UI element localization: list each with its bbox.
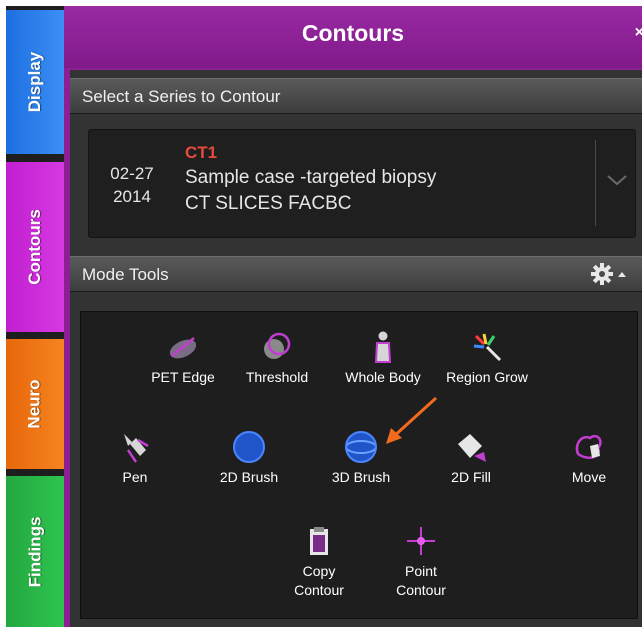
tool-label-line1: Point xyxy=(405,563,437,579)
2d-brush-icon xyxy=(233,431,265,463)
tool-label: Region Grow xyxy=(446,369,528,385)
dropdown-divider xyxy=(595,140,596,226)
panel-title-bar: Contours × xyxy=(64,6,642,68)
tool-copy-contour[interactable]: Copy Contour xyxy=(273,524,365,600)
series-date-month-day: 02-27 xyxy=(110,164,154,183)
tool-label-line1: Copy xyxy=(302,563,336,579)
tool-label: Point Contour xyxy=(375,562,467,600)
region-grow-icon xyxy=(473,333,502,362)
tool-region-grow[interactable]: Region Grow xyxy=(441,330,533,387)
series-name: CT SLICES FACBC xyxy=(185,193,352,214)
series-description: Sample case -targeted biopsy xyxy=(185,167,437,188)
tool-whole-body[interactable]: Whole Body xyxy=(337,330,429,387)
tab-neuro-label: Neuro xyxy=(25,379,44,429)
tool-2d-brush[interactable]: 2D Brush xyxy=(203,430,295,487)
close-icon[interactable]: × xyxy=(635,24,642,42)
series-date: 02-27 2014 xyxy=(99,162,165,208)
tab-findings[interactable]: Findings xyxy=(6,476,64,627)
mode-tools-grid: PET Edge Threshold Whole Body Region Gro… xyxy=(80,311,638,619)
contours-panel: Contours × Select a Series to Contour 02… xyxy=(64,6,642,627)
2d-fill-icon xyxy=(458,434,486,462)
tool-label: 3D Brush xyxy=(331,469,391,485)
contour-app: Display Contours Neuro Findings Contours… xyxy=(6,6,642,627)
series-date-year: 2014 xyxy=(113,187,151,206)
pen-icon xyxy=(124,434,149,463)
whole-body-icon xyxy=(374,331,392,363)
tool-label: Pen xyxy=(122,469,148,485)
tool-label: PET Edge xyxy=(151,369,215,385)
mode-tools-header: Mode Tools xyxy=(70,256,642,292)
tool-label-line2: Contour xyxy=(294,582,344,598)
threshold-icon xyxy=(264,332,291,359)
mode-tools-title: Mode Tools xyxy=(82,265,169,284)
3d-brush-icon xyxy=(345,431,377,463)
tab-display[interactable]: Display xyxy=(6,10,64,154)
tool-label: Whole Body xyxy=(345,369,421,385)
tool-3d-brush[interactable]: 3D Brush xyxy=(315,430,407,487)
series-section-header: Select a Series to Contour xyxy=(70,78,642,114)
tool-label: Move xyxy=(571,469,607,485)
move-icon xyxy=(575,434,602,459)
tool-2d-fill[interactable]: 2D Fill xyxy=(425,430,517,487)
tool-threshold[interactable]: Threshold xyxy=(231,330,323,387)
tab-neuro[interactable]: Neuro xyxy=(6,339,64,469)
panel-body: Select a Series to Contour 02-27 2014 CT… xyxy=(70,70,642,627)
tool-label: Threshold xyxy=(245,369,309,385)
tool-label: 2D Brush xyxy=(219,469,279,485)
panel-title: Contours xyxy=(301,20,405,46)
tab-contours-label: Contours xyxy=(25,209,45,285)
chevron-down-icon[interactable] xyxy=(600,160,634,200)
copy-contour-icon xyxy=(310,527,328,555)
tool-label: 2D Fill xyxy=(451,469,491,485)
tab-findings-label: Findings xyxy=(25,516,45,587)
tool-move[interactable]: Move xyxy=(543,430,635,487)
screenshot-frame: Display Contours Neuro Findings Contours… xyxy=(0,0,642,627)
series-select[interactable]: 02-27 2014 CT1 Sample case -targeted bio… xyxy=(88,129,636,238)
series-id: CT1 xyxy=(185,143,218,162)
tool-label-line2: Contour xyxy=(396,582,446,598)
gear-icon[interactable] xyxy=(590,262,630,286)
tab-contours[interactable]: Contours xyxy=(6,162,64,332)
tool-label: Copy Contour xyxy=(273,562,365,600)
series-section-title: Select a Series to Contour xyxy=(82,87,281,106)
tool-pet-edge[interactable]: PET Edge xyxy=(137,330,229,387)
tool-pen[interactable]: Pen xyxy=(89,430,181,487)
tab-display-label: Display xyxy=(25,51,45,113)
tool-point-contour[interactable]: Point Contour xyxy=(375,524,467,600)
pet-edge-icon xyxy=(169,337,197,359)
point-contour-icon xyxy=(407,527,435,555)
